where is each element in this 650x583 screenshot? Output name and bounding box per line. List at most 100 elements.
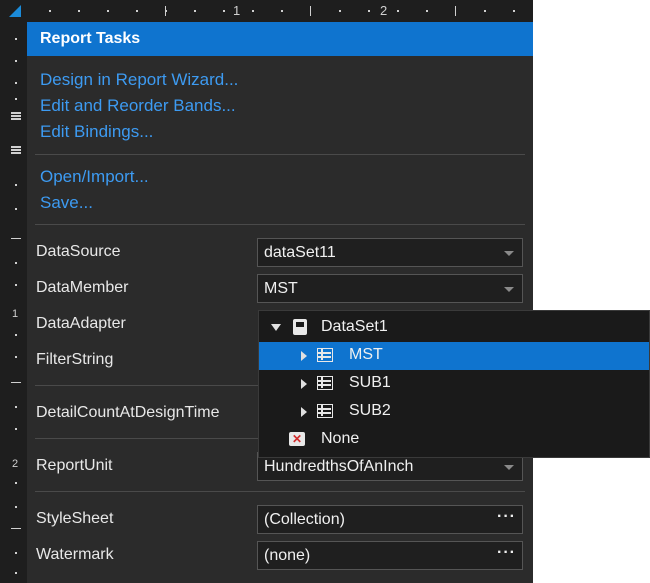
- tree-node-dataset[interactable]: DataSet1: [259, 314, 649, 342]
- ruler-dot: [223, 10, 225, 12]
- none-x-icon: ✕: [289, 432, 305, 446]
- ruler-dot: [15, 482, 17, 484]
- stylesheet-field[interactable]: (Collection) ···: [257, 505, 523, 534]
- ruler-dot: [15, 38, 17, 40]
- corner-triangle-icon: [9, 5, 21, 17]
- collapse-arrow-icon[interactable]: [301, 379, 307, 389]
- ruler-dot: [252, 10, 254, 12]
- ruler-tick: [11, 382, 21, 383]
- ruler-dot: [136, 10, 138, 12]
- panel-title: Report Tasks: [40, 30, 141, 47]
- ruler-number: 1: [233, 3, 241, 18]
- ruler-dot: [15, 98, 17, 100]
- chevron-down-icon: [504, 287, 514, 292]
- ruler-dot: [15, 208, 17, 210]
- ruler-dot: [15, 506, 17, 508]
- reportunit-label: ReportUnit: [36, 457, 113, 474]
- ellipsis-button[interactable]: ···: [497, 544, 516, 562]
- ruler-tick: [455, 6, 456, 16]
- divider: [35, 224, 525, 225]
- table-icon: [317, 404, 333, 418]
- dataadapter-label: DataAdapter: [36, 315, 126, 332]
- panel-header: Report Tasks: [27, 22, 533, 56]
- ruler-dot: [15, 60, 17, 62]
- tree-node-sub1[interactable]: SUB1: [259, 370, 649, 398]
- band-grip-icon[interactable]: [11, 146, 21, 154]
- ruler-dot: [397, 10, 399, 12]
- ruler-number: 1: [12, 308, 19, 320]
- tree-node-label: SUB1: [349, 374, 391, 391]
- ruler-dot: [426, 10, 428, 12]
- ruler-dot: [513, 10, 515, 12]
- save-link[interactable]: Save...: [40, 193, 93, 213]
- ruler-dot: [368, 10, 370, 12]
- ruler-number: 2: [12, 458, 19, 470]
- tree-node-mst[interactable]: MST: [259, 342, 649, 370]
- tree-node-label: DataSet1: [321, 318, 388, 335]
- report-tasks-panel: Report Tasks Design in Report Wizard... …: [27, 22, 533, 583]
- divider: [35, 154, 525, 155]
- datamember-label: DataMember: [36, 279, 129, 296]
- ruler-dot: [15, 184, 17, 186]
- watermark-label: Watermark: [36, 546, 114, 563]
- ruler-dot: [281, 10, 283, 12]
- ruler-dot: [15, 406, 17, 408]
- ruler-dot: [15, 284, 17, 286]
- ruler-dot: [78, 10, 80, 12]
- ruler-dot: [484, 10, 486, 12]
- filterstring-label: FilterString: [36, 351, 114, 368]
- tree-node-label: MST: [349, 346, 383, 363]
- vertical-ruler: 1 2: [0, 22, 27, 583]
- tree-node-label: None: [321, 430, 360, 447]
- designer-frame: 1 2 1 2 Report Tasks Design in Report Wi…: [0, 0, 533, 583]
- ruler-dot: [15, 552, 17, 554]
- watermark-field[interactable]: (none) ···: [257, 541, 523, 570]
- stylesheet-label: StyleSheet: [36, 510, 114, 527]
- dataset-icon: [293, 319, 307, 335]
- reportunit-value: HundredthsOfAnInch: [264, 458, 414, 475]
- ruler-tick: [11, 238, 21, 239]
- tree-node-label: SUB2: [349, 402, 391, 419]
- edit-bindings-link[interactable]: Edit Bindings...: [40, 122, 153, 142]
- expand-arrow-icon[interactable]: [271, 324, 281, 331]
- design-in-report-wizard-link[interactable]: Design in Report Wizard...: [40, 70, 238, 90]
- ruler-dot: [107, 10, 109, 12]
- tree-node-sub2[interactable]: SUB2: [259, 398, 649, 426]
- watermark-value: (none): [264, 547, 311, 564]
- divider: [35, 491, 525, 492]
- chevron-down-icon: [504, 251, 514, 256]
- open-import-link[interactable]: Open/Import...: [40, 167, 149, 187]
- ruler-tick: [310, 6, 311, 16]
- collapse-arrow-icon[interactable]: [301, 351, 307, 361]
- datamember-dropdown[interactable]: DataSet1 MST SUB1 SUB2 ✕ None: [258, 310, 650, 458]
- ruler-number: 2: [380, 3, 388, 18]
- ruler-dot: [15, 572, 17, 574]
- table-icon: [317, 376, 333, 390]
- ruler-dot: [339, 10, 341, 12]
- ruler-dot: [15, 356, 17, 358]
- datamember-value: MST: [264, 280, 298, 297]
- ruler-dot: [49, 10, 51, 12]
- stylesheet-value: (Collection): [264, 511, 345, 528]
- collapse-arrow-icon[interactable]: [301, 407, 307, 417]
- chevron-down-icon: [504, 465, 514, 470]
- ruler-tick: [165, 6, 166, 16]
- datasource-label: DataSource: [36, 243, 121, 260]
- table-icon: [317, 348, 333, 362]
- ruler-dot: [194, 10, 196, 12]
- ruler-dot: [15, 428, 17, 430]
- datamember-select[interactable]: MST: [257, 274, 523, 303]
- ruler-dot: [15, 82, 17, 84]
- horizontal-ruler: 1 2: [27, 0, 533, 22]
- ellipsis-button[interactable]: ···: [497, 508, 516, 526]
- ruler-tick: [11, 528, 21, 529]
- ruler-dot: [15, 262, 17, 264]
- ruler-dot: [15, 334, 17, 336]
- datasource-value: dataSet11: [264, 244, 336, 261]
- tree-node-none[interactable]: ✕ None: [259, 426, 649, 454]
- edit-reorder-bands-link[interactable]: Edit and Reorder Bands...: [40, 96, 236, 116]
- datasource-select[interactable]: dataSet11: [257, 238, 523, 267]
- ruler-corner[interactable]: [0, 0, 27, 22]
- band-grip-icon[interactable]: [11, 112, 21, 120]
- detailcount-label: DetailCountAtDesignTime: [36, 404, 220, 421]
